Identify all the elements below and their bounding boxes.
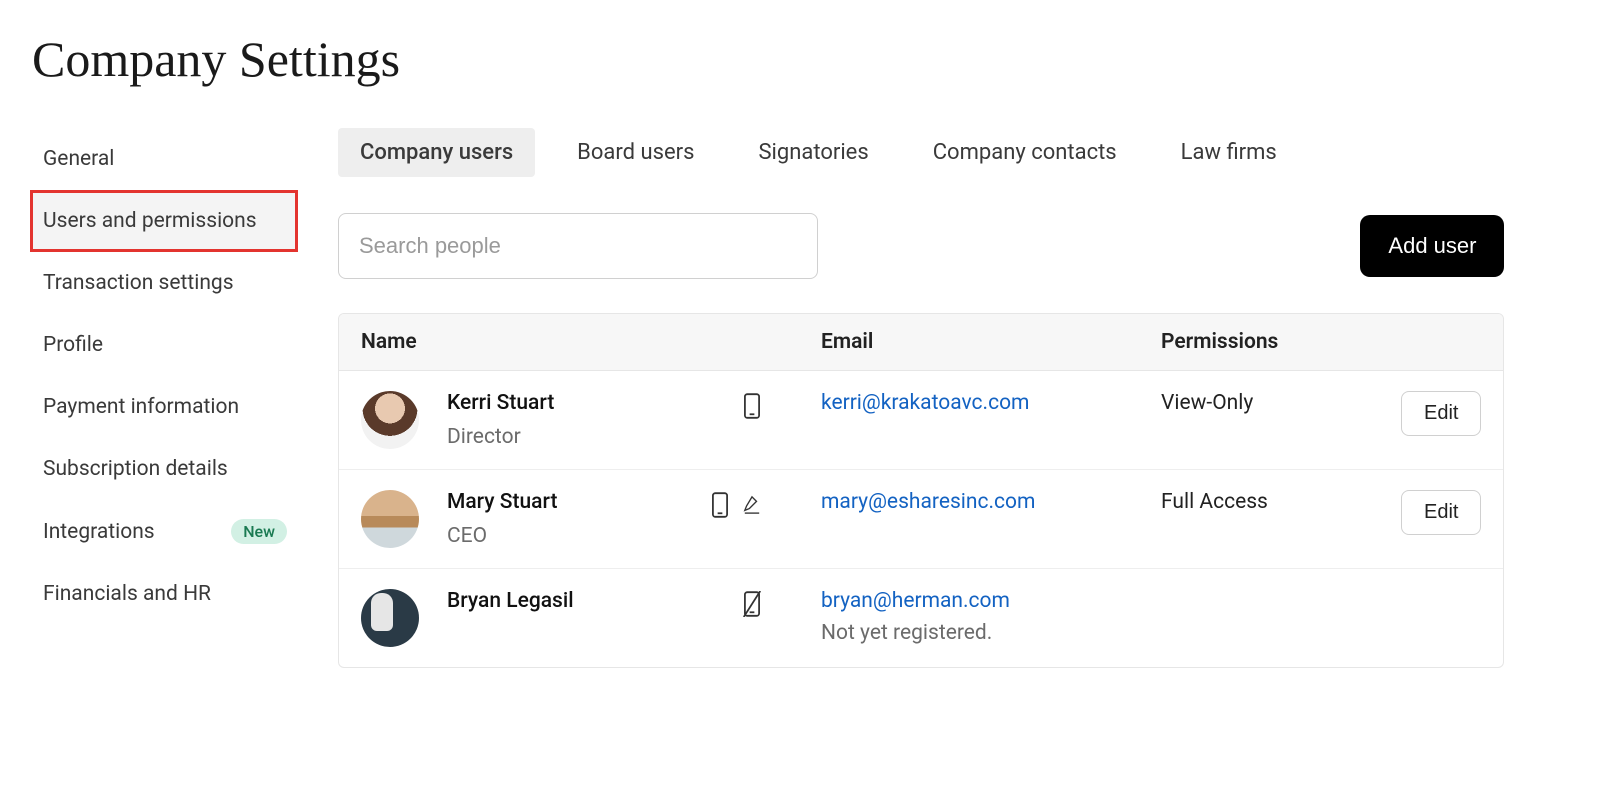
signature-icon [743,492,761,518]
tab-company-users[interactable]: Company users [338,128,535,177]
phone-icon [711,492,729,518]
sidebar-item-label: Payment information [43,395,239,419]
user-email-link[interactable]: kerri@krakatoavc.com [821,391,1161,415]
tab-company-contacts[interactable]: Company contacts [911,128,1139,177]
sidebar-item-financials-and-hr[interactable]: Financials and HR [30,563,298,625]
col-header-email: Email [821,330,1161,354]
avatar [361,490,419,548]
tab-law-firms[interactable]: Law firms [1159,128,1299,177]
sidebar-item-integrations[interactable]: Integrations New [30,500,298,563]
row-icons [743,391,821,419]
user-role: CEO [447,524,557,548]
sidebar-item-payment-information[interactable]: Payment information [30,376,298,438]
sidebar-item-label: Subscription details [43,457,228,481]
page-title: Company Settings [32,30,1560,88]
avatar [361,589,419,647]
sidebar-item-general[interactable]: General [30,128,298,190]
not-registered-text: Not yet registered. [821,621,1161,645]
main-content: Company users Board users Signatories Compa… [338,128,1564,668]
users-table: Name Email Permissions Kerri Stuart Direc… [338,313,1504,668]
badge-new: New [231,519,287,544]
toolbar: Add user [338,213,1504,279]
user-name: Bryan Legasil [447,589,574,613]
phone-icon [743,393,761,419]
edit-button[interactable]: Edit [1401,391,1481,436]
sidebar-item-label: Profile [43,333,103,357]
user-email-link[interactable]: bryan@herman.com [821,589,1161,613]
sidebar-item-label: Users and permissions [43,209,257,233]
table-row: Kerri Stuart Director kerri@krakatoavc.com… [339,371,1503,470]
search-input[interactable] [338,213,818,279]
user-name: Kerri Stuart [447,391,554,415]
table-row: Mary Stuart CEO mary@esharesinc.comFull Ac… [339,470,1503,569]
sidebar: General Users and permissions Transaction … [30,128,298,668]
tab-signatories[interactable]: Signatories [736,128,890,177]
user-role: Director [447,425,554,449]
sidebar-item-subscription-details[interactable]: Subscription details [30,438,298,500]
sidebar-item-label: General [43,147,114,171]
sidebar-item-label: Integrations [43,520,155,544]
sidebar-item-users-and-permissions[interactable]: Users and permissions [30,190,298,252]
tabs: Company users Board users Signatories Compa… [338,128,1504,177]
avatar [361,391,419,449]
row-icons [711,490,821,518]
table-header: Name Email Permissions [339,314,1503,371]
user-permissions: View-Only [1161,391,1401,415]
add-user-button[interactable]: Add user [1360,215,1504,277]
sidebar-item-label: Financials and HR [43,582,211,606]
row-icons [743,589,821,617]
phone-off-icon [743,591,761,617]
col-header-name: Name [361,330,821,354]
table-row: Bryan Legasil bryan@herman.com Not yet reg… [339,569,1503,667]
col-header-permissions: Permissions [1161,330,1401,354]
user-permissions: Full Access [1161,490,1401,514]
sidebar-item-profile[interactable]: Profile [30,314,298,376]
sidebar-item-transaction-settings[interactable]: Transaction settings [30,252,298,314]
user-email-link[interactable]: mary@esharesinc.com [821,490,1161,514]
edit-button[interactable]: Edit [1401,490,1481,535]
tab-board-users[interactable]: Board users [555,128,716,177]
user-name: Mary Stuart [447,490,557,514]
sidebar-item-label: Transaction settings [43,271,234,295]
